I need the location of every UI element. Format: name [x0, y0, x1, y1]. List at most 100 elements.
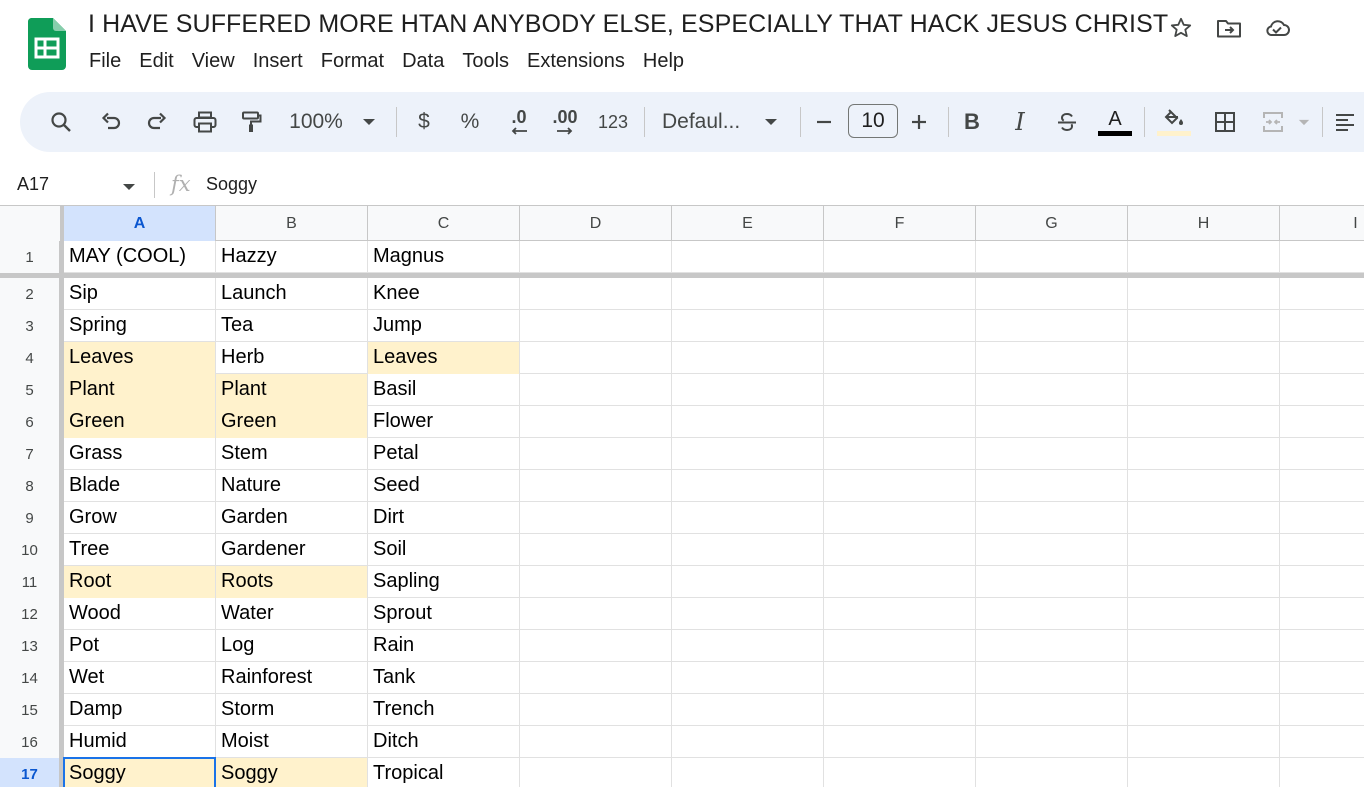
document-title[interactable]: I HAVE SUFFERED MORE HTAN ANYBODY ELSE, … [88, 10, 1168, 39]
cell-a16[interactable]: Humid [64, 726, 216, 758]
row-header[interactable]: 7 [0, 438, 60, 470]
cell-h4[interactable] [1128, 342, 1280, 374]
row-header[interactable]: 12 [0, 598, 60, 630]
row-header[interactable]: 6 [0, 406, 60, 438]
cell-h12[interactable] [1128, 598, 1280, 630]
column-header-f[interactable]: F [824, 206, 976, 241]
cell-a17[interactable]: Soggy [64, 758, 216, 787]
cell-b3[interactable]: Tea [216, 310, 368, 342]
cell-f6[interactable] [824, 406, 976, 438]
cloud-saved-icon[interactable] [1260, 12, 1294, 44]
decrease-font-size-icon[interactable] [812, 92, 836, 152]
cell-g10[interactable] [976, 534, 1128, 566]
cell-g8[interactable] [976, 470, 1128, 502]
cell-f2[interactable] [824, 278, 976, 310]
cell-i9[interactable] [1280, 502, 1364, 534]
cell-a6[interactable]: Green [64, 406, 216, 438]
print-icon[interactable] [190, 92, 220, 152]
row-header[interactable]: 17 [0, 758, 60, 787]
cell-i11[interactable] [1280, 566, 1364, 598]
cell-c5[interactable]: Basil [368, 374, 520, 406]
cell-i14[interactable] [1280, 662, 1364, 694]
cell-e4[interactable] [672, 342, 824, 374]
cell-a10[interactable]: Tree [64, 534, 216, 566]
cell-f11[interactable] [824, 566, 976, 598]
cell-d15[interactable] [520, 694, 672, 726]
cell-d2[interactable] [520, 278, 672, 310]
column-header-d[interactable]: D [520, 206, 672, 241]
cell-f4[interactable] [824, 342, 976, 374]
row-header[interactable]: 3 [0, 310, 60, 342]
cell-e2[interactable] [672, 278, 824, 310]
cell-a14[interactable]: Wet [64, 662, 216, 694]
cell-d11[interactable] [520, 566, 672, 598]
cell-b2[interactable]: Launch [216, 278, 368, 310]
cell-h6[interactable] [1128, 406, 1280, 438]
cell-g15[interactable] [976, 694, 1128, 726]
cell-h15[interactable] [1128, 694, 1280, 726]
cell-c2[interactable]: Knee [368, 278, 520, 310]
cell-i6[interactable] [1280, 406, 1364, 438]
cell-f5[interactable] [824, 374, 976, 406]
increase-decimal-button[interactable]: .00 [548, 92, 582, 152]
decrease-decimal-button[interactable]: .0 [502, 92, 536, 152]
zoom-dropdown-icon[interactable] [360, 92, 378, 152]
cell-h11[interactable] [1128, 566, 1280, 598]
cell-c16[interactable]: Ditch [368, 726, 520, 758]
cell-i7[interactable] [1280, 438, 1364, 470]
cell-b12[interactable]: Water [216, 598, 368, 630]
menu-view[interactable]: View [183, 48, 244, 77]
cell-a15[interactable]: Damp [64, 694, 216, 726]
cell-b9[interactable]: Garden [216, 502, 368, 534]
cell-d7[interactable] [520, 438, 672, 470]
cell-i16[interactable] [1280, 726, 1364, 758]
search-menus-icon[interactable] [46, 92, 76, 152]
cell-a4[interactable]: Leaves [64, 342, 216, 374]
select-all-corner[interactable] [0, 206, 64, 241]
cell-a1[interactable]: MAY (COOL) [64, 241, 216, 273]
italic-button[interactable]: I [1006, 92, 1034, 152]
cell-d3[interactable] [520, 310, 672, 342]
cell-g5[interactable] [976, 374, 1128, 406]
cell-f13[interactable] [824, 630, 976, 662]
cell-h10[interactable] [1128, 534, 1280, 566]
cell-d4[interactable] [520, 342, 672, 374]
star-icon[interactable] [1164, 12, 1198, 44]
cell-g14[interactable] [976, 662, 1128, 694]
cell-c12[interactable]: Sprout [368, 598, 520, 630]
column-header-i[interactable]: I [1280, 206, 1364, 241]
cell-d17[interactable] [520, 758, 672, 787]
cell-g3[interactable] [976, 310, 1128, 342]
merge-dropdown-icon[interactable] [1296, 92, 1312, 152]
cell-h17[interactable] [1128, 758, 1280, 787]
cell-b4[interactable]: Herb [216, 342, 368, 374]
undo-icon[interactable] [96, 92, 126, 152]
cell-e6[interactable] [672, 406, 824, 438]
column-header-h[interactable]: H [1128, 206, 1280, 241]
cell-g16[interactable] [976, 726, 1128, 758]
merge-cells-icon[interactable] [1258, 92, 1288, 152]
cell-b14[interactable]: Rainforest [216, 662, 368, 694]
cell-g9[interactable] [976, 502, 1128, 534]
cell-f9[interactable] [824, 502, 976, 534]
name-box[interactable]: A17 [17, 174, 49, 195]
row-header[interactable]: 5 [0, 374, 60, 406]
cell-b10[interactable]: Gardener [216, 534, 368, 566]
cell-e10[interactable] [672, 534, 824, 566]
cell-e12[interactable] [672, 598, 824, 630]
menu-help[interactable]: Help [634, 48, 693, 77]
cell-f15[interactable] [824, 694, 976, 726]
row-header[interactable]: 1 [0, 241, 60, 273]
cell-i2[interactable] [1280, 278, 1364, 310]
cell-b5[interactable]: Plant [216, 374, 368, 406]
cell-h16[interactable] [1128, 726, 1280, 758]
row-header[interactable]: 4 [0, 342, 60, 374]
cell-h3[interactable] [1128, 310, 1280, 342]
cell-f8[interactable] [824, 470, 976, 502]
column-header-g[interactable]: G [976, 206, 1128, 241]
strikethrough-icon[interactable] [1052, 92, 1082, 152]
cell-c17[interactable]: Tropical [368, 758, 520, 787]
cell-c9[interactable]: Dirt [368, 502, 520, 534]
cell-e5[interactable] [672, 374, 824, 406]
cell-a3[interactable]: Spring [64, 310, 216, 342]
